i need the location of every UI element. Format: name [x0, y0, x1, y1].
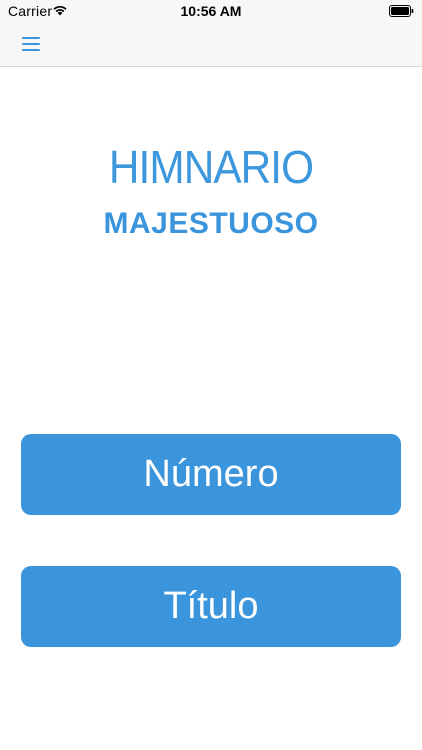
menu-bar-line	[22, 49, 40, 51]
menu-bar-line	[22, 37, 40, 39]
battery-icon	[389, 5, 414, 17]
hamburger-menu-icon[interactable]	[16, 30, 46, 58]
app-screen: Carrier 10:56 AM HIMNARIO MAJESTUOSO Núm…	[0, 0, 422, 750]
search-by-title-button[interactable]: Título	[21, 566, 401, 647]
navigation-bar	[0, 22, 422, 67]
search-by-number-button[interactable]: Número	[21, 434, 401, 515]
app-subtitle: MAJESTUOSO	[103, 207, 319, 240]
status-time: 10:56 AM	[180, 3, 242, 19]
app-title: HIMNARIO	[108, 141, 314, 193]
menu-bar-line	[22, 43, 40, 45]
status-bar: Carrier 10:56 AM	[0, 0, 422, 22]
